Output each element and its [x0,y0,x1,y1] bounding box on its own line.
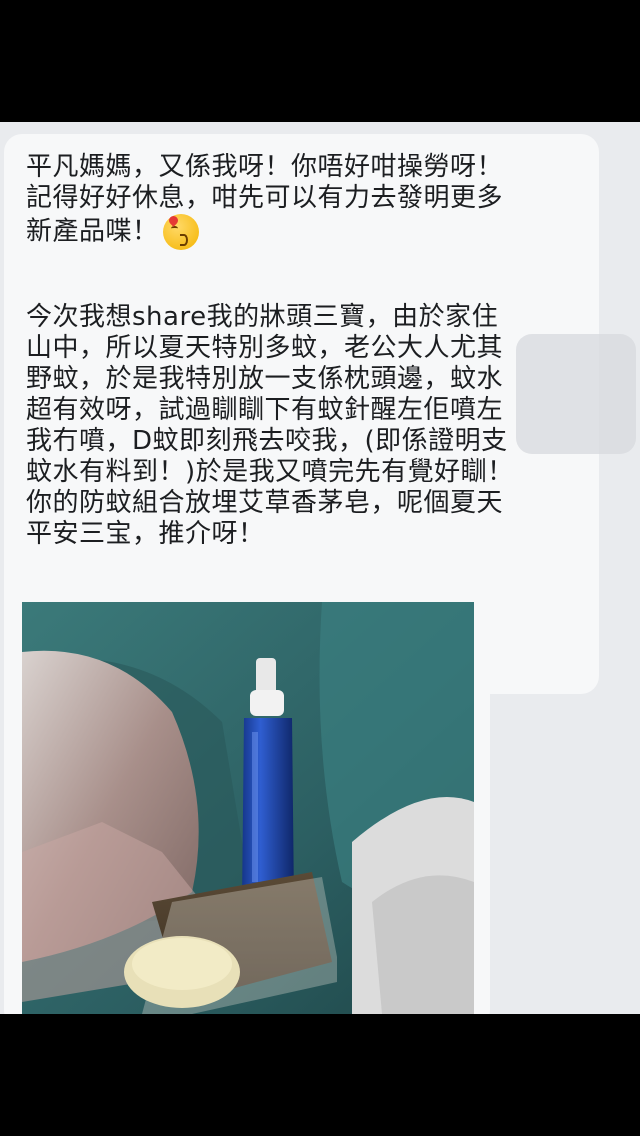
assistive-touch-overlay[interactable] [516,334,636,454]
message-line: 平凡媽媽，又係我呀！你唔好咁操勞呀！ [26,152,504,182]
chat-area: 平凡媽媽，又係我呀！你唔好咁操勞呀！ 記得好好休息，咁先可以有力去發明更多 新產… [0,122,640,1014]
message-line: 超有效呀，試過瞓瞓下有蚊針醒左佢噴左 [26,395,504,425]
screen: 平凡媽媽，又係我呀！你唔好咁操勞呀！ 記得好好休息，咁先可以有力去發明更多 新產… [0,0,640,1136]
message-line: 山中，所以夏天特別多蚊，老公大人尤其 [26,333,504,363]
message-line: 蚊水有料到！)於是我又噴完先有覺好瞓！ [26,457,514,487]
message-text: 新產品喋！ [26,216,159,247]
message-line: 記得好好休息，咁先可以有力去發明更多 [26,183,504,213]
bedside-photo[interactable] [22,602,474,1014]
message-line-with-emoji: 新產品喋！ [26,214,587,250]
kissing-heart-emoji-icon [162,214,199,250]
message-line: 野蚊，於是我特別放一支係枕頭邊，蚊水 [26,364,504,394]
message-line: 你的防蚊組合放埋艾草香茅皂，呢個夏天 [26,488,504,518]
message-line: 今次我想share我的牀頭三寶，由於家住 [26,302,499,332]
message-line: 我冇噴，D蚊即刻飛去咬我，(即係證明支 [26,426,508,456]
message-line: 平安三宝，推介呀！ [26,519,265,549]
photo-illustration [22,602,474,1014]
